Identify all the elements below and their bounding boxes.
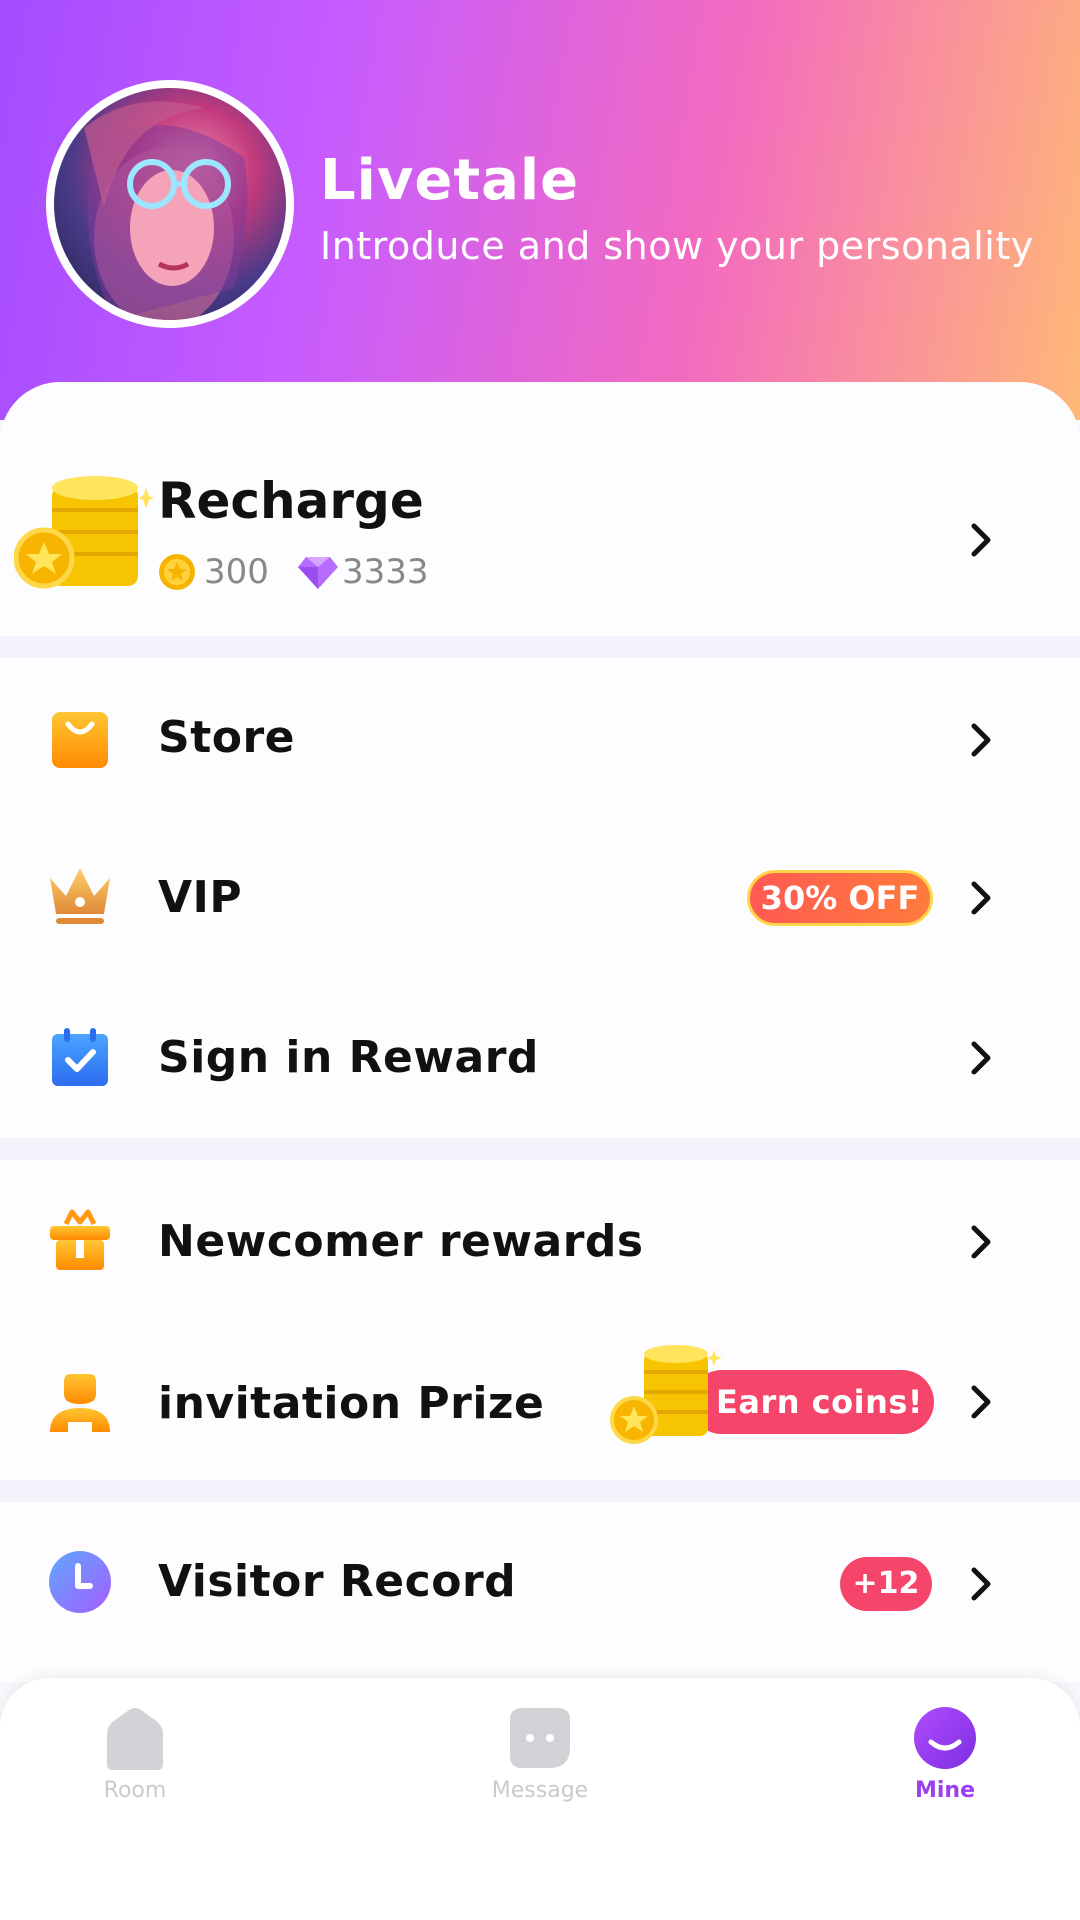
clock-icon: [46, 1548, 114, 1616]
smile-icon: [913, 1706, 977, 1770]
menu-item-label: invitation Prize: [158, 1378, 545, 1429]
discount-badge: 30% OFF: [747, 870, 933, 926]
diamond-balance: 3333: [342, 552, 429, 592]
diamond-icon: [298, 553, 338, 591]
chevron-right-icon: [966, 1382, 996, 1422]
chevron-right-icon: [966, 1222, 996, 1262]
recharge-title: Recharge: [158, 472, 424, 530]
avatar-image: [54, 88, 286, 320]
tab-mine[interactable]: Mine: [875, 1706, 1015, 1803]
chevron-right-icon: [966, 720, 996, 760]
chevron-right-icon: [966, 520, 996, 560]
menu-item-label: VIP: [158, 872, 243, 923]
tab-label: Mine: [914, 1778, 976, 1803]
coin-icon: [158, 553, 196, 591]
menu-item-label: Newcomer rewards: [158, 1216, 644, 1267]
menu-item-label: Visitor Record: [158, 1556, 517, 1607]
message-icon: [508, 1706, 572, 1770]
visitor-count-badge: +12: [840, 1557, 932, 1611]
menu-item-label: Store: [158, 712, 295, 763]
coin-stack-icon: [13, 468, 154, 598]
crown-icon: [46, 862, 114, 930]
shopping-bag-icon: [46, 704, 114, 772]
section-divider: [0, 1480, 1080, 1502]
tab-label: Room: [103, 1778, 167, 1803]
tab-label: Message: [491, 1778, 589, 1803]
profile-bio: Introduce and show your personality: [320, 224, 1034, 268]
coin-balance: 300: [204, 552, 269, 592]
profile-name: Livetale: [320, 148, 580, 213]
coin-stack-icon: [610, 1340, 722, 1452]
chevron-right-icon: [966, 878, 996, 918]
menu-item-label: Sign in Reward: [158, 1032, 539, 1083]
chevron-right-icon: [966, 1564, 996, 1604]
person-icon: [46, 1368, 114, 1436]
chevron-right-icon: [966, 1038, 996, 1078]
tab-room[interactable]: Room: [65, 1706, 205, 1803]
calendar-check-icon: [46, 1022, 114, 1090]
gift-icon: [46, 1206, 114, 1274]
section-divider: [0, 636, 1080, 658]
tab-message[interactable]: Message: [470, 1706, 610, 1803]
avatar[interactable]: [46, 80, 294, 328]
earn-coins-badge: Earn coins!: [690, 1370, 934, 1434]
home-icon: [103, 1706, 167, 1770]
section-divider: [0, 1138, 1080, 1160]
